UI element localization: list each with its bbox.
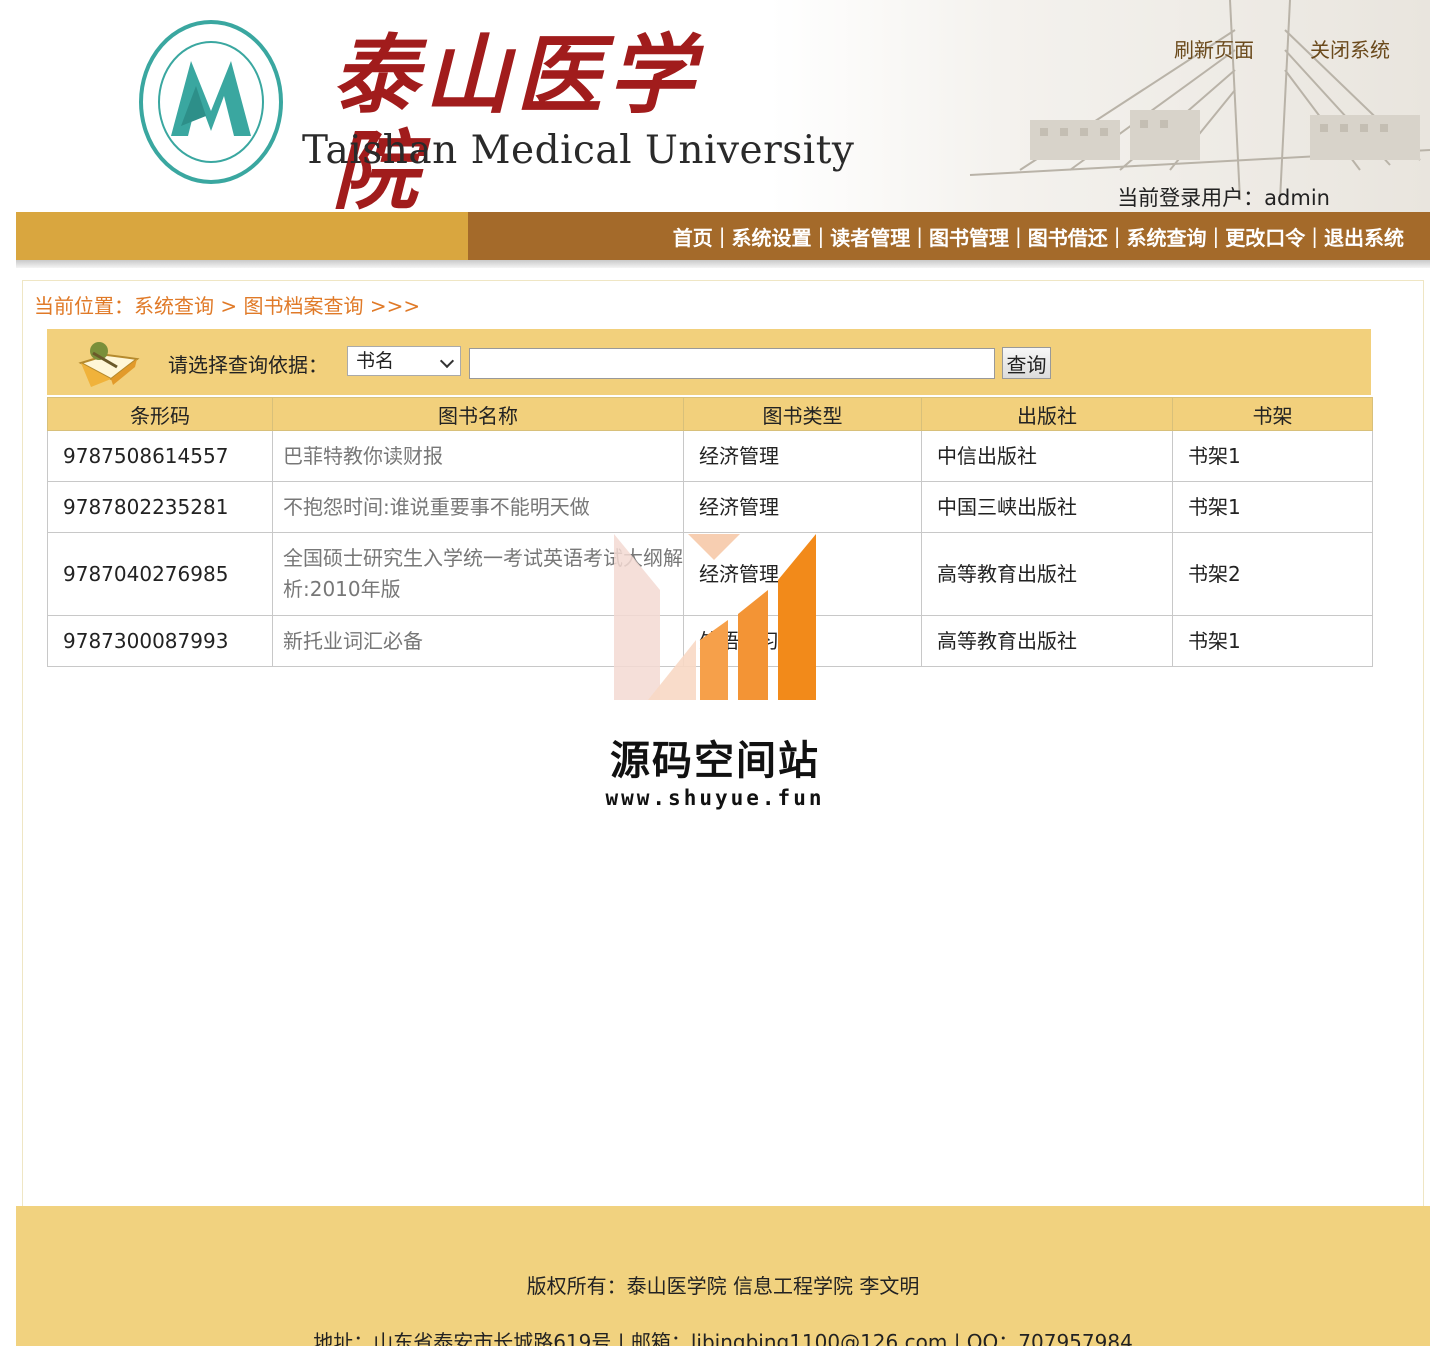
search-criteria-label: 请选择查询依据： xyxy=(168,353,328,377)
table-row: 9787508614557 巴菲特教你读财报 经济管理 中信出版社 书架1 xyxy=(47,430,1373,482)
col-header-shelf: 书架 xyxy=(1172,397,1373,431)
col-header-book-name: 图书名称 xyxy=(272,397,684,431)
university-name-en: Taishan Medical University xyxy=(302,128,855,173)
col-header-book-type: 图书类型 xyxy=(683,397,922,431)
cell-book-type: 外语学习 xyxy=(683,615,922,667)
nav-separator: | xyxy=(916,224,923,248)
cell-publisher: 高等教育出版社 xyxy=(921,532,1173,616)
col-header-publisher: 出版社 xyxy=(921,397,1173,431)
nav-separator: | xyxy=(1212,224,1220,248)
nav-logout[interactable]: 退出系统 xyxy=(1324,222,1404,251)
nav-separator: | xyxy=(718,224,726,248)
nav-home[interactable]: 首页 xyxy=(673,222,713,251)
nav-separator: | xyxy=(817,224,825,248)
nav-shadow xyxy=(16,260,1430,268)
cell-book-type: 经济管理 xyxy=(683,481,922,533)
nav-system-settings[interactable]: 系统设置 xyxy=(732,222,812,251)
book-results-table: 条形码 图书名称 图书类型 出版社 书架 9787508614557 巴菲特教你… xyxy=(47,397,1373,667)
cell-book-type: 经济管理 xyxy=(683,532,922,616)
cell-barcode: 9787508614557 xyxy=(47,430,273,482)
main-nav: 首页 | 系统设置 | 读者管理 | 图书管理 | 图书借还 | 系统查询 | … xyxy=(16,212,1430,260)
cell-barcode: 9787300087993 xyxy=(47,615,273,667)
nav-separator: | xyxy=(1311,224,1318,248)
nav-separator: | xyxy=(1015,224,1022,248)
cell-book-name[interactable]: 巴菲特教你读财报 xyxy=(272,430,684,482)
breadcrumb: 当前位置：系统查询 > 图书档案查询 >>> xyxy=(34,294,421,318)
cell-publisher: 中国三峡出版社 xyxy=(921,481,1173,533)
search-button[interactable]: 查询 xyxy=(1002,347,1051,379)
cell-barcode: 9787040276985 xyxy=(47,532,273,616)
footer-address: 地址：山东省泰安市长城路619号 | 邮箱：libingbing1100@126… xyxy=(313,1330,1133,1346)
university-seal-logo xyxy=(136,16,286,188)
table-header-row: 条形码 图书名称 图书类型 出版社 书架 xyxy=(47,397,1373,431)
cell-shelf: 书架2 xyxy=(1172,532,1373,616)
cell-book-type: 经济管理 xyxy=(683,430,922,482)
top-links: 刷新页面 关闭系统 xyxy=(1174,34,1390,63)
cell-shelf: 书架1 xyxy=(1172,430,1373,482)
cell-shelf: 书架1 xyxy=(1172,481,1373,533)
table-row: 9787300087993 新托业词汇必备 外语学习 高等教育出版社 书架1 xyxy=(47,615,1373,667)
main-nav-menu: 首页 | 系统设置 | 读者管理 | 图书管理 | 图书借还 | 系统查询 | … xyxy=(468,212,1430,260)
footer-copyright: 版权所有：泰山医学院 信息工程学院 李文明 xyxy=(526,1274,920,1298)
table-row: 9787802235281 不抱怨时间:谁说重要事不能明天做 经济管理 中国三峡… xyxy=(47,481,1373,533)
current-user-label: 当前登录用户：admin xyxy=(1117,186,1330,210)
cell-book-name[interactable]: 全国硕士研究生入学统一考试英语考试大纲解析:2010年版 xyxy=(272,532,684,616)
cell-publisher: 高等教育出版社 xyxy=(921,615,1173,667)
cell-barcode: 9787802235281 xyxy=(47,481,273,533)
cell-shelf: 书架1 xyxy=(1172,615,1373,667)
bridge-illustration xyxy=(770,0,1430,212)
header-banner: 泰山医学院 Taishan Medical University 刷新页面 关闭… xyxy=(16,0,1430,212)
search-criteria-value: 书名 xyxy=(356,350,395,372)
nav-reader-management[interactable]: 读者管理 xyxy=(830,222,910,251)
cell-book-name[interactable]: 不抱怨时间:谁说重要事不能明天做 xyxy=(272,481,684,533)
close-system-link[interactable]: 关闭系统 xyxy=(1310,34,1390,63)
search-input[interactable] xyxy=(469,348,995,379)
nav-change-password[interactable]: 更改口令 xyxy=(1225,222,1305,251)
table-row: 9787040276985 全国硕士研究生入学统一考试英语考试大纲解析:2010… xyxy=(47,532,1373,616)
cell-book-name[interactable]: 新托业词汇必备 xyxy=(272,615,684,667)
nav-separator: | xyxy=(1113,224,1121,248)
open-book-icon xyxy=(77,333,141,389)
search-bar: 请选择查询依据： 书名 查询 xyxy=(47,329,1371,395)
cell-publisher: 中信出版社 xyxy=(921,430,1173,482)
university-name-cn: 泰山医学院 xyxy=(332,25,700,213)
nav-borrow-return[interactable]: 图书借还 xyxy=(1028,222,1108,251)
search-criteria-select[interactable]: 书名 xyxy=(347,346,461,376)
chevron-down-icon xyxy=(439,353,455,369)
nav-system-query[interactable]: 系统查询 xyxy=(1127,222,1207,251)
col-header-barcode: 条形码 xyxy=(47,397,273,431)
refresh-page-link[interactable]: 刷新页面 xyxy=(1174,34,1254,63)
footer: 版权所有：泰山医学院 信息工程学院 李文明 地址：山东省泰安市长城路619号 |… xyxy=(16,1206,1430,1346)
nav-book-management[interactable]: 图书管理 xyxy=(929,222,1009,251)
